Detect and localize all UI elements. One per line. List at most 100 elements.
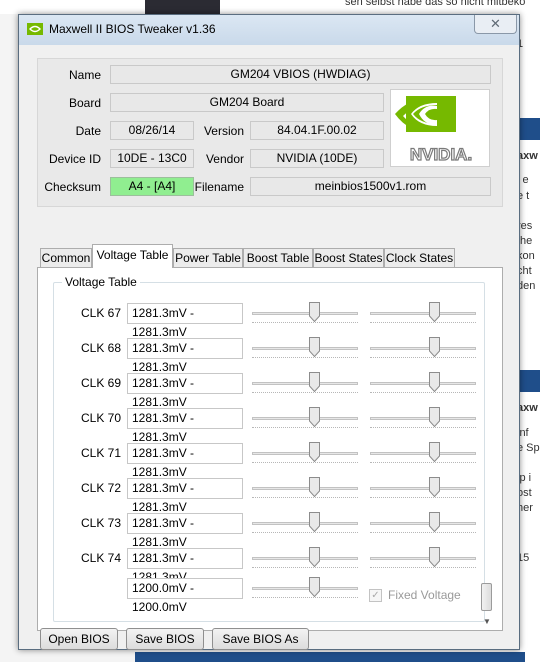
save-bios-as-button[interactable]: Save BIOS As	[212, 628, 309, 650]
slider-track	[370, 347, 476, 350]
nvidia-logo: NVIDIA.	[390, 89, 490, 167]
slider-thumb[interactable]	[429, 372, 440, 392]
slider-ticks	[252, 462, 358, 465]
voltage-table-tab-page: Voltage Table CLK 67 1281.3mV - 1281.3mV C…	[37, 267, 503, 631]
board-label: Board	[68, 96, 101, 110]
voltage-field[interactable]: 1281.3mV - 1281.3mV	[127, 478, 243, 514]
slider-thumb[interactable]	[429, 302, 440, 322]
scroll-down-arrow-icon[interactable]: ▼	[483, 617, 491, 626]
save-bios-button[interactable]: Save BIOS	[126, 628, 204, 650]
device-id-label: Device ID	[48, 152, 101, 166]
background-text-fragment: e Sp	[517, 442, 540, 454]
slider-thumb[interactable]	[309, 442, 320, 462]
min-voltage-slider[interactable]	[252, 337, 358, 359]
voltage-field[interactable]: 1281.3mV - 1281.3mV	[127, 513, 243, 549]
slider-thumb[interactable]	[309, 577, 320, 597]
min-voltage-slider[interactable]	[252, 512, 358, 534]
slider-ticks	[370, 357, 476, 360]
background-bottom-bar	[135, 652, 525, 662]
title-bar[interactable]: Maxwell II BIOS Tweaker v1.36 ✕	[19, 15, 519, 45]
slider-ticks	[252, 567, 358, 570]
min-voltage-slider[interactable]	[252, 442, 358, 464]
voltage-table-title: Voltage Table	[62, 275, 140, 289]
slider-track	[252, 587, 358, 590]
voltage-field[interactable]: 1281.3mV - 1281.3mV	[127, 408, 243, 444]
max-voltage-slider[interactable]	[370, 302, 476, 324]
max-voltage-slider[interactable]	[370, 337, 476, 359]
tab-boost-table[interactable]: Boost Table	[243, 248, 313, 267]
min-voltage-slider[interactable]	[252, 302, 358, 324]
slider-thumb[interactable]	[309, 302, 320, 322]
min-voltage-slider[interactable]	[252, 547, 358, 569]
slider-track	[252, 347, 358, 350]
clk-label: CLK 67	[81, 306, 122, 320]
min-voltage-slider[interactable]	[252, 407, 358, 429]
fixed-voltage-slider[interactable]	[252, 577, 358, 599]
scrollbar-thumb[interactable]	[481, 583, 492, 611]
max-voltage-slider[interactable]	[370, 547, 476, 569]
clk-label: CLK 71	[81, 446, 122, 460]
name-label: Name	[68, 68, 101, 82]
slider-thumb[interactable]	[309, 547, 320, 567]
min-voltage-slider[interactable]	[252, 372, 358, 394]
voltage-table-scrollbar[interactable]: ▼	[480, 583, 494, 637]
slider-thumb[interactable]	[429, 442, 440, 462]
max-voltage-slider[interactable]	[370, 477, 476, 499]
slider-track	[252, 417, 358, 420]
slider-ticks	[370, 462, 476, 465]
slider-thumb[interactable]	[429, 512, 440, 532]
clk-label: CLK 74	[81, 551, 122, 565]
background-text-fragment: axw	[517, 150, 538, 162]
voltage-field[interactable]: 1281.3mV - 1281.3mV	[127, 548, 243, 584]
slider-thumb[interactable]	[309, 337, 320, 357]
max-voltage-slider[interactable]	[370, 442, 476, 464]
slider-ticks	[252, 322, 358, 325]
max-voltage-slider[interactable]	[370, 512, 476, 534]
open-bios-button[interactable]: Open BIOS	[40, 628, 118, 650]
max-voltage-slider[interactable]	[370, 407, 476, 429]
tab-boost-states[interactable]: Boost States	[313, 248, 384, 267]
voltage-field[interactable]: 1281.3mV - 1281.3mV	[127, 338, 243, 374]
max-voltage-slider[interactable]	[370, 372, 476, 394]
voltage-field[interactable]: 1281.3mV - 1281.3mV	[127, 373, 243, 409]
close-button[interactable]: ✕	[474, 15, 517, 34]
slider-track	[370, 452, 476, 455]
slider-thumb[interactable]	[309, 477, 320, 497]
slider-thumb[interactable]	[309, 407, 320, 427]
slider-track	[370, 417, 476, 420]
filename-label: Filename	[194, 180, 244, 194]
tab-clock-states[interactable]: Clock States	[384, 248, 455, 267]
version-label: Version	[203, 124, 244, 138]
slider-ticks	[370, 427, 476, 430]
slider-track	[370, 557, 476, 560]
checksum-label: Checksum	[44, 180, 101, 194]
logo-wordmark: NVIDIA.	[410, 145, 472, 164]
vendor-label: Vendor	[205, 152, 244, 166]
vendor-field[interactable]: NVIDIA (10DE)	[250, 149, 384, 168]
clk-label: CLK 73	[81, 516, 122, 530]
name-field[interactable]: GM204 VBIOS (HWDIAG)	[110, 65, 491, 84]
fixed-voltage-checkbox[interactable]: ✓	[369, 589, 382, 602]
tab-voltage-table[interactable]: Voltage Table	[92, 244, 173, 268]
slider-thumb[interactable]	[429, 547, 440, 567]
filename-field[interactable]: meinbios1500v1.rom	[250, 177, 491, 196]
tab-common[interactable]: Common	[40, 248, 92, 267]
slider-track	[252, 312, 358, 315]
board-field[interactable]: GM204 Board	[110, 93, 384, 112]
slider-ticks	[252, 497, 358, 500]
background-thumbnail	[145, 0, 220, 14]
voltage-field[interactable]: 1281.3mV - 1281.3mV	[127, 443, 243, 479]
min-voltage-slider[interactable]	[252, 477, 358, 499]
version-field[interactable]: 84.04.1F.00.02	[250, 121, 384, 140]
voltage-field[interactable]: 1281.3mV - 1281.3mV	[127, 303, 243, 339]
slider-thumb[interactable]	[429, 407, 440, 427]
background-top-text: sen selbst habe das so nicht mitbeko	[345, 0, 526, 8]
slider-ticks	[252, 357, 358, 360]
slider-thumb[interactable]	[309, 512, 320, 532]
fixed-voltage-field[interactable]: 1200.0mV - 1200.0mV	[127, 578, 243, 614]
slider-thumb[interactable]	[309, 372, 320, 392]
slider-thumb[interactable]	[429, 477, 440, 497]
tab-power-table[interactable]: Power Table	[173, 248, 243, 267]
slider-thumb[interactable]	[429, 337, 440, 357]
nvidia-app-icon	[27, 23, 43, 38]
